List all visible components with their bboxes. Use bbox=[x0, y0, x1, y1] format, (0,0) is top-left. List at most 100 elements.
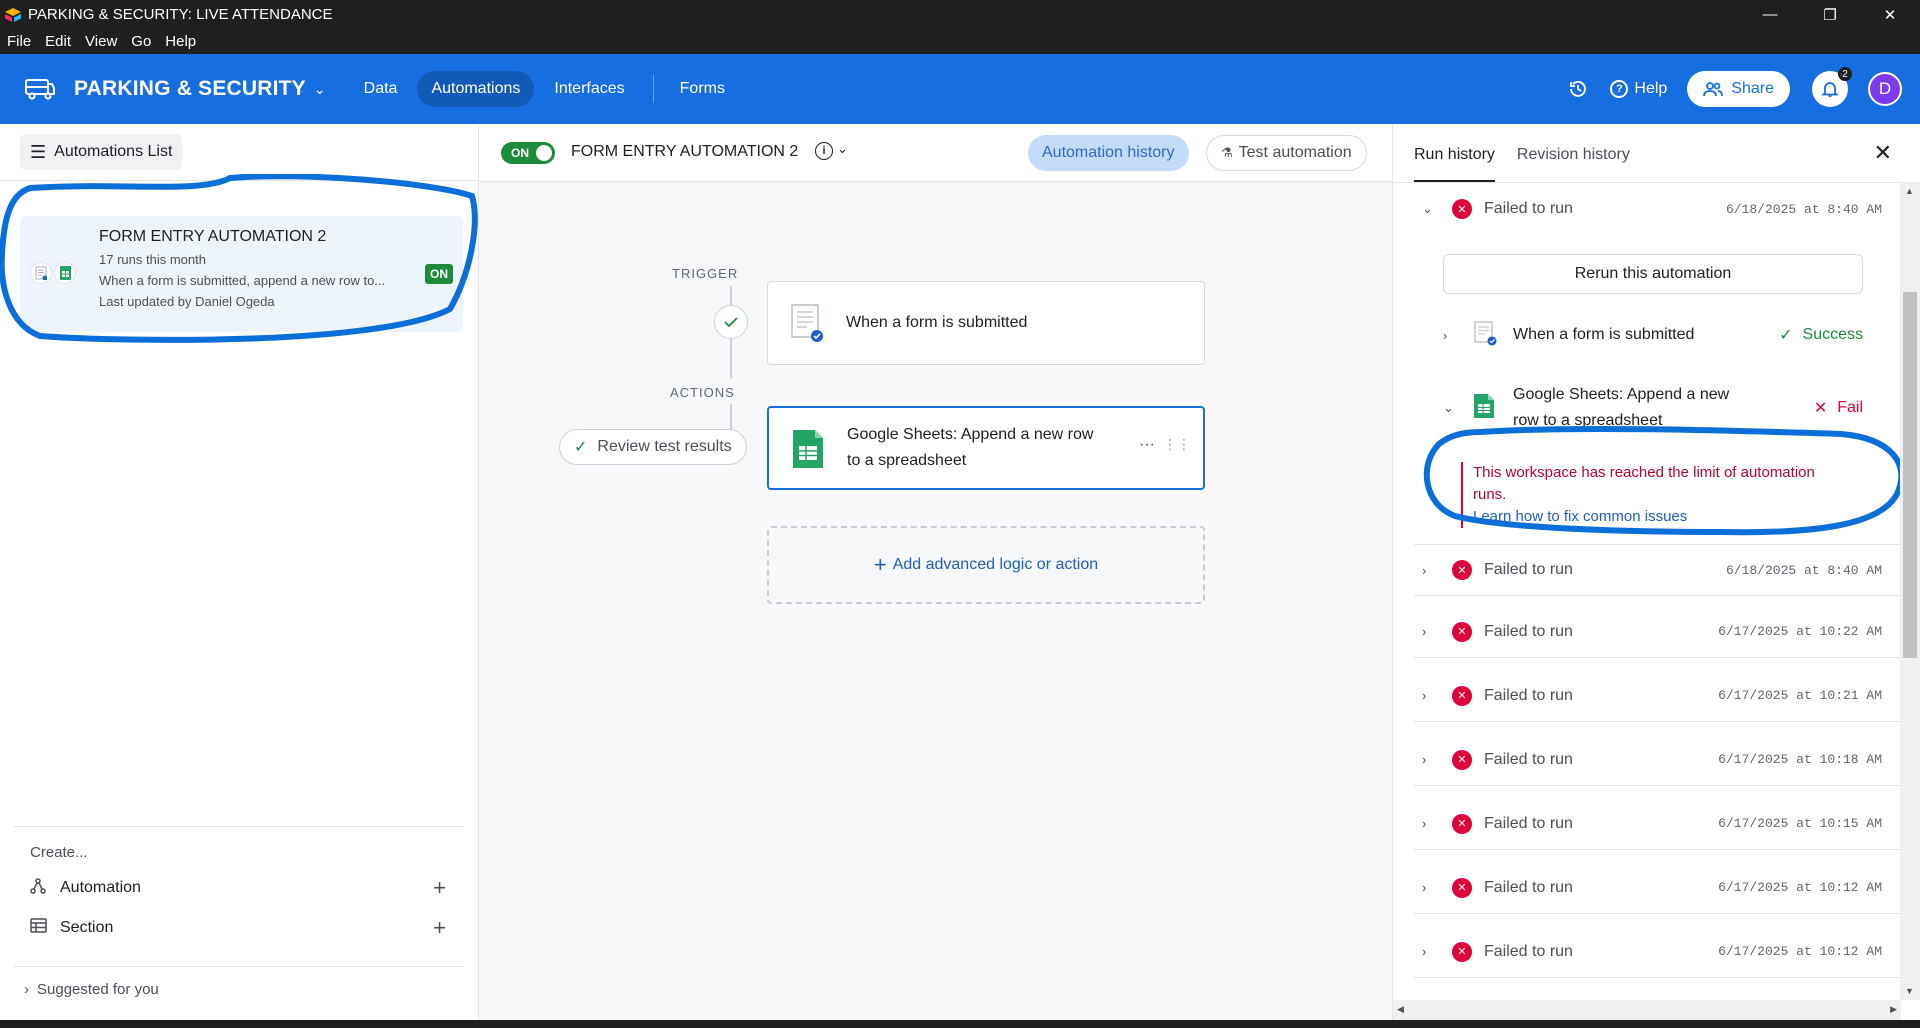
run-row[interactable]: › ✕ Failed to run 6/17/2025 at 10:22 AM bbox=[1414, 606, 1900, 658]
automations-list-button[interactable]: ☰ Automations List bbox=[20, 134, 183, 170]
nav-forms[interactable]: Forms bbox=[666, 71, 739, 107]
menu-view[interactable]: View bbox=[78, 33, 124, 50]
google-sheets-icon bbox=[791, 428, 827, 468]
drag-handle-icon[interactable]: ⋮⋮ bbox=[1163, 436, 1191, 453]
tab-revision-history[interactable]: Revision history bbox=[1517, 124, 1630, 182]
run-row[interactable]: › ✕ Failed to run 6/17/2025 at 10:12 AM bbox=[1414, 862, 1900, 914]
bus-icon[interactable] bbox=[24, 77, 56, 101]
run-status: Failed to run bbox=[1484, 750, 1573, 768]
menu-edit[interactable]: Edit bbox=[38, 33, 78, 50]
trigger-step-label: When a form is submitted bbox=[846, 314, 1028, 331]
connector-line bbox=[730, 286, 732, 305]
chevron-right-icon[interactable]: › bbox=[1414, 624, 1444, 639]
automation-list-item[interactable]: FORM ENTRY AUTOMATION 2 17 runs this mon… bbox=[20, 216, 463, 332]
plus-icon: + bbox=[873, 552, 887, 577]
restore-icon[interactable]: ❐ bbox=[1800, 0, 1860, 29]
suggested-for-you[interactable]: › Suggested for you bbox=[14, 966, 464, 998]
nav-data[interactable]: Data bbox=[350, 71, 412, 107]
notifications-button[interactable]: 2 bbox=[1812, 67, 1852, 107]
run-step-result: ✓ Success bbox=[1779, 325, 1863, 345]
avatar[interactable]: D bbox=[1868, 72, 1902, 106]
run-status: Failed to run bbox=[1484, 622, 1573, 640]
action-step-line: Google Sheets: Append a new row bbox=[847, 426, 1094, 443]
create-automation-button[interactable]: Automation + bbox=[30, 872, 462, 904]
vertical-scrollbar[interactable]: ▲ ▼ bbox=[1900, 182, 1920, 1000]
automation-icon bbox=[30, 877, 48, 899]
tab-run-history[interactable]: Run history bbox=[1414, 124, 1495, 182]
close-icon[interactable]: ✕ bbox=[1860, 0, 1920, 29]
error-icon: ✕ bbox=[1452, 199, 1472, 219]
create-automation-label: Automation bbox=[60, 879, 141, 896]
rerun-automation-button[interactable]: Rerun this automation bbox=[1443, 254, 1863, 294]
scrollbar-thumb[interactable] bbox=[1903, 292, 1917, 658]
chevron-right-icon[interactable]: › bbox=[1414, 752, 1444, 767]
bell-icon bbox=[1821, 82, 1839, 97]
chevron-right-icon[interactable]: › bbox=[1414, 944, 1444, 959]
run-step-line: row to a spreadsheet bbox=[1513, 412, 1663, 429]
automation-runs: 17 runs this month bbox=[99, 252, 206, 267]
window-title: PARKING & SECURITY: LIVE ATTENDANCE bbox=[28, 6, 333, 23]
action-step-card[interactable]: Google Sheets: Append a new row to a spr… bbox=[767, 406, 1205, 490]
run-timestamp: 6/17/2025 at 10:12 AM bbox=[1718, 880, 1882, 895]
run-step-line: Google Sheets: Append a new bbox=[1513, 386, 1730, 403]
test-automation-label: Test automation bbox=[1238, 144, 1352, 161]
run-row[interactable]: › ✕ Failed to run 6/17/2025 at 10:12 AM bbox=[1414, 926, 1900, 978]
scroll-right-icon[interactable]: ▶ bbox=[1890, 1004, 1897, 1015]
run-row[interactable]: › ✕ Failed to run 6/18/2025 at 8:40 AM bbox=[1414, 544, 1900, 596]
automation-description: When a form is submitted, append a new r… bbox=[99, 273, 386, 288]
nav-automations[interactable]: Automations bbox=[417, 71, 535, 107]
chevron-right-icon[interactable]: › bbox=[1414, 688, 1444, 703]
menu-help[interactable]: Help bbox=[158, 33, 203, 50]
scroll-down-icon[interactable]: ▼ bbox=[1905, 986, 1914, 996]
plus-icon: + bbox=[433, 915, 446, 940]
automation-history-button[interactable]: Automation history bbox=[1028, 135, 1189, 171]
menu-file[interactable]: File bbox=[0, 33, 38, 50]
minimize-icon[interactable]: — bbox=[1740, 0, 1800, 29]
trigger-step-card[interactable]: When a form is submitted bbox=[767, 281, 1205, 365]
chevron-right-icon[interactable]: › bbox=[1414, 563, 1444, 578]
share-button[interactable]: Share bbox=[1687, 71, 1790, 107]
chevron-down-icon[interactable]: ⌄ bbox=[1443, 400, 1465, 416]
menu-bar: File Edit View Go Help bbox=[0, 29, 1920, 54]
chevron-right-icon[interactable]: › bbox=[1414, 816, 1444, 831]
review-test-results-button[interactable]: ✓ Review test results bbox=[559, 429, 747, 465]
chevron-down-icon[interactable]: ⌄ bbox=[837, 141, 848, 157]
error-text: This workspace has reached the limit of … bbox=[1473, 464, 1815, 481]
review-test-results-label: Review test results bbox=[597, 438, 732, 455]
run-row[interactable]: › ✕ Failed to run 6/17/2025 at 10:21 AM bbox=[1414, 670, 1900, 722]
scroll-up-icon[interactable]: ▲ bbox=[1905, 186, 1914, 196]
menu-go[interactable]: Go bbox=[124, 33, 158, 50]
chevron-right-icon[interactable]: › bbox=[1443, 328, 1465, 343]
run-timestamp: 6/17/2025 at 10:21 AM bbox=[1718, 688, 1882, 703]
info-icon[interactable]: i bbox=[815, 142, 833, 160]
chevron-down-icon[interactable]: ⌄ bbox=[314, 81, 326, 98]
test-automation-button[interactable]: ⚗ Test automation bbox=[1206, 135, 1367, 171]
horizontal-scrollbar[interactable]: ◀ ▶ bbox=[1393, 1000, 1901, 1020]
add-logic-button[interactable]: + Add advanced logic or action bbox=[767, 526, 1205, 604]
chevron-right-icon: › bbox=[24, 981, 29, 998]
error-icon: ✕ bbox=[1452, 621, 1472, 642]
run-timestamp: 6/17/2025 at 10:12 AM bbox=[1718, 944, 1882, 959]
run-row[interactable]: › ✕ Failed to run 6/17/2025 at 10:18 AM bbox=[1414, 734, 1900, 786]
run-row-expanded[interactable]: ⌄ ✕ Failed to run 6/18/2025 at 8:40 AM bbox=[1414, 183, 1900, 235]
nav-interfaces[interactable]: Interfaces bbox=[540, 71, 638, 107]
automations-list-label: Automations List bbox=[54, 143, 173, 160]
base-name[interactable]: PARKING & SECURITY bbox=[74, 77, 306, 101]
history-icon[interactable] bbox=[1566, 77, 1590, 101]
run-step-result-label: Fail bbox=[1837, 399, 1863, 416]
automation-toggle[interactable]: ON bbox=[501, 142, 555, 164]
chevron-right-icon[interactable]: › bbox=[1414, 880, 1444, 895]
help-button[interactable]: ? Help bbox=[1610, 80, 1667, 98]
run-row[interactable]: › ✕ Failed to run 6/17/2025 at 10:15 AM bbox=[1414, 798, 1900, 850]
learn-more-link[interactable]: Learn how to fix common issues bbox=[1473, 506, 1881, 528]
scroll-left-icon[interactable]: ◀ bbox=[1397, 1004, 1404, 1015]
form-icon bbox=[790, 303, 826, 343]
more-icon[interactable]: ··· bbox=[1139, 436, 1155, 454]
automation-canvas: ON FORM ENTRY AUTOMATION 2 i ⌄ Automatio… bbox=[479, 124, 1392, 1020]
automation-title[interactable]: FORM ENTRY AUTOMATION 2 bbox=[571, 143, 798, 161]
close-icon[interactable]: ✕ bbox=[1874, 140, 1892, 166]
create-section-button[interactable]: Section + bbox=[30, 912, 462, 944]
chevron-down-icon[interactable]: ⌄ bbox=[1414, 201, 1444, 217]
run-step-trigger[interactable]: › When a form is submitted ✓ Success bbox=[1443, 320, 1863, 350]
run-step-action[interactable]: ⌄ Google Sheets: Append a new row to a s… bbox=[1443, 380, 1863, 436]
